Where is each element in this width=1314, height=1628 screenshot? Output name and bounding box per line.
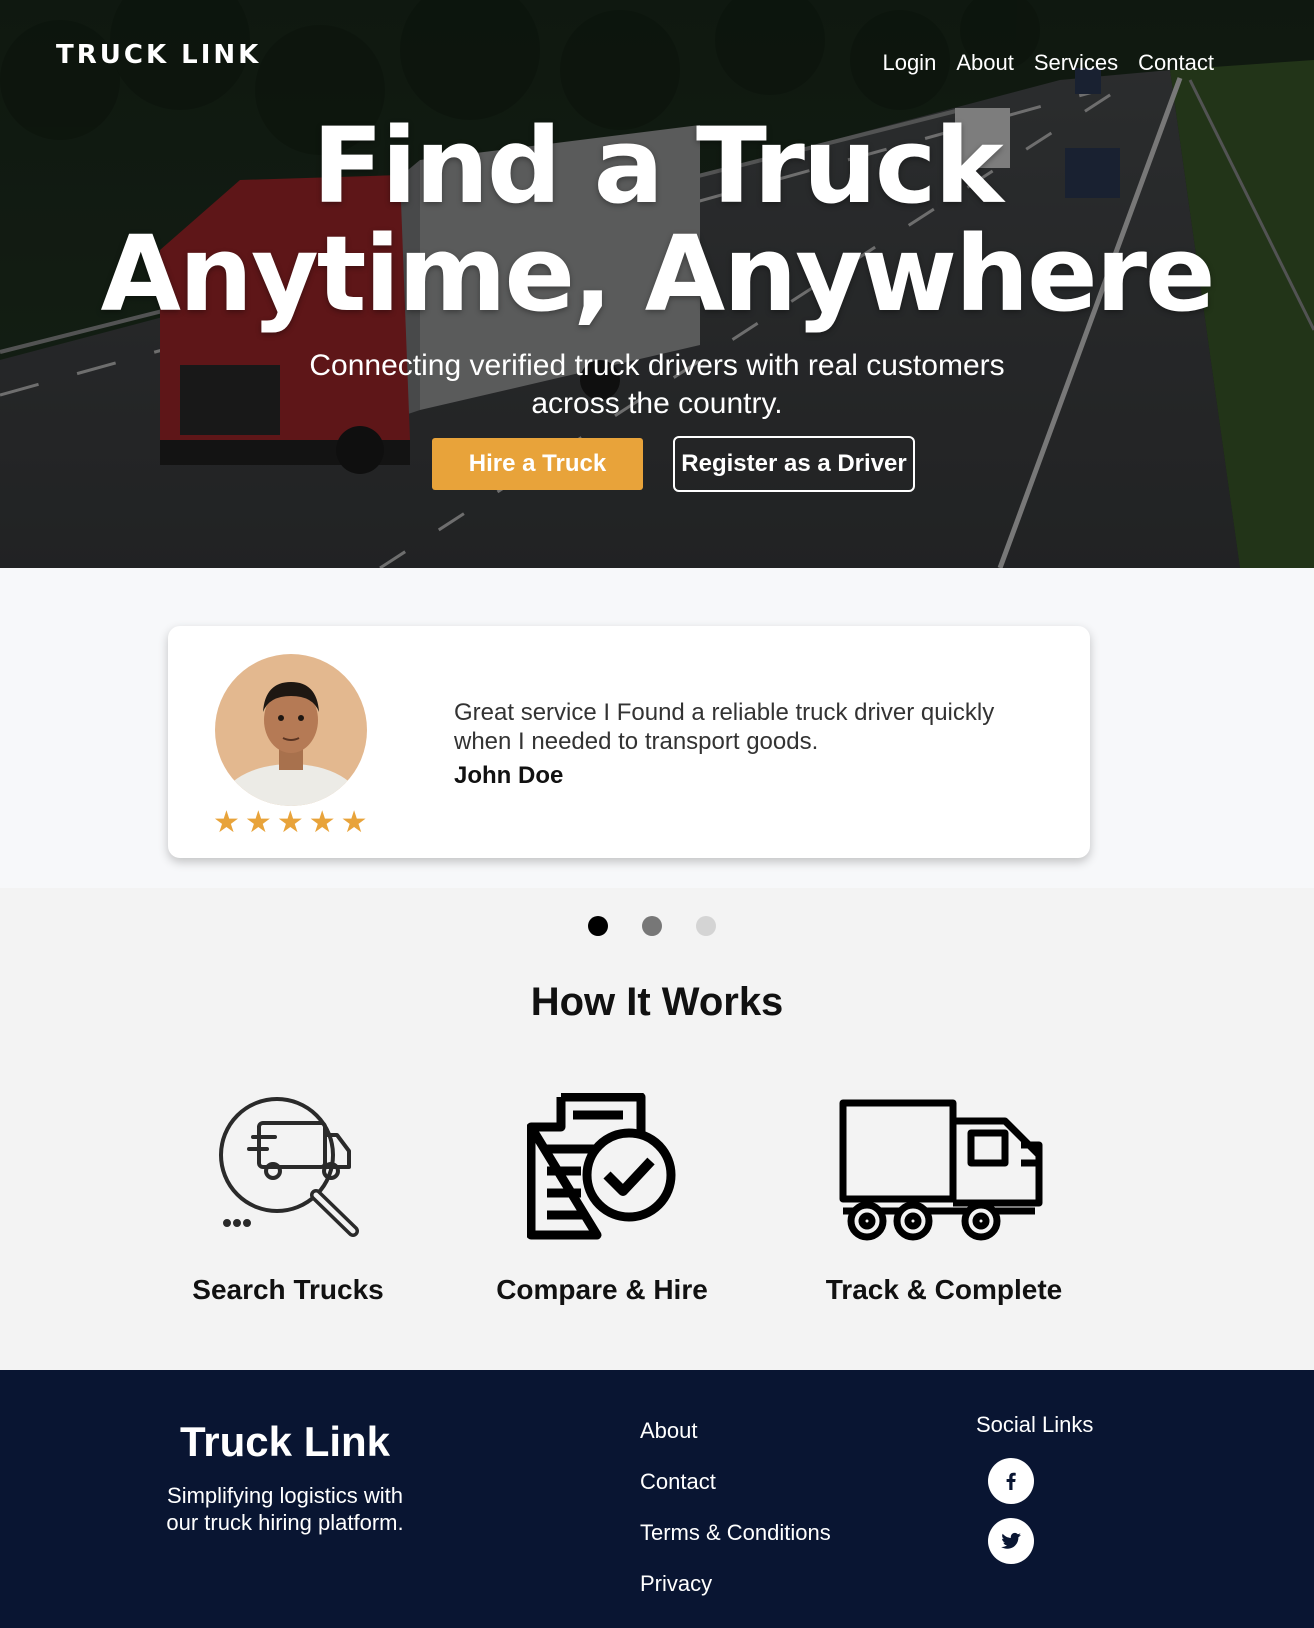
testimonial-quote-line-2: when I needed to transport goods.: [454, 728, 819, 755]
carousel-dots: [588, 916, 716, 936]
footer-tagline: Simplifying logistics with our truck hir…: [140, 1482, 430, 1536]
hero-title-line-1: Find a Truck: [312, 105, 1003, 227]
site-footer: Truck Link Simplifying logistics with ou…: [0, 1370, 1314, 1628]
step-track-complete: Track & Complete: [794, 1088, 1094, 1306]
hero-title: Find a Truck Anytime, Anywhere: [0, 112, 1314, 328]
rating-stars: ★ ★ ★ ★ ★: [213, 808, 368, 838]
document-check-icon: [452, 1088, 752, 1248]
star-icon: ★: [340, 806, 368, 839]
truck-icon: [794, 1088, 1094, 1248]
step-compare-hire: Compare & Hire: [452, 1088, 752, 1306]
how-it-works-section: How It Works Search Trucks Compare & Hir…: [0, 888, 1314, 1370]
facebook-icon[interactable]: [988, 1458, 1034, 1504]
footer-brand: Truck Link: [179, 1418, 391, 1465]
footer-links: About Contact Terms & Conditions Privacy: [640, 1418, 831, 1622]
hero-section: TRUCK LINK Login About Services Contact …: [0, 0, 1314, 568]
step-label-search: Search Trucks: [192, 1274, 384, 1305]
register-driver-button[interactable]: Register as a Driver: [673, 436, 915, 492]
hero-actions: Hire a Truck Register as a Driver: [432, 436, 915, 492]
star-icon: ★: [213, 806, 240, 839]
hire-truck-button[interactable]: Hire a Truck: [432, 438, 643, 490]
avatar-photo: [215, 654, 367, 806]
carousel-dot-3[interactable]: [696, 916, 716, 936]
hero-subtitle-line-1: Connecting verified truck drivers with r…: [309, 349, 1005, 382]
footer-link-contact[interactable]: Contact: [640, 1469, 831, 1495]
nav-login[interactable]: Login: [882, 50, 936, 76]
hero-title-line-2: Anytime, Anywhere: [100, 213, 1215, 335]
carousel-dot-1[interactable]: [588, 916, 608, 936]
carousel-dot-2[interactable]: [642, 916, 662, 936]
nav-about[interactable]: About: [956, 50, 1014, 76]
testimonial-section: ★ ★ ★ ★ ★ Great service I Found a reliab…: [0, 568, 1314, 888]
star-icon: ★: [244, 806, 272, 839]
footer-link-privacy[interactable]: Privacy: [640, 1571, 831, 1597]
testimonial-author: John Doe: [454, 762, 564, 789]
hero-subtitle-line-2: across the country.: [531, 387, 783, 420]
footer-link-about[interactable]: About: [640, 1418, 831, 1444]
truck-search-icon: [138, 1088, 438, 1248]
testimonial-quote: Great service I Found a reliable truck d…: [454, 698, 1054, 756]
step-search-trucks: Search Trucks: [138, 1088, 438, 1306]
nav-contact[interactable]: Contact: [1138, 50, 1214, 76]
step-label-compare: Compare & Hire: [496, 1274, 708, 1305]
hero-subtitle: Connecting verified truck drivers with r…: [0, 347, 1314, 423]
site-logo[interactable]: TRUCK LINK: [56, 40, 261, 70]
nav-services[interactable]: Services: [1034, 50, 1118, 76]
social-links-title: Social Links: [976, 1412, 1094, 1437]
twitter-icon[interactable]: [988, 1518, 1034, 1564]
step-label-track: Track & Complete: [825, 1274, 1063, 1305]
main-nav: Login About Services Contact: [882, 50, 1214, 76]
footer-tagline-line-2: our truck hiring platform.: [166, 1510, 404, 1535]
footer-tagline-line-1: Simplifying logistics with: [167, 1483, 403, 1508]
avatar: [215, 654, 367, 806]
testimonial-card: ★ ★ ★ ★ ★ Great service I Found a reliab…: [168, 626, 1090, 858]
footer-link-terms[interactable]: Terms & Conditions: [640, 1520, 831, 1546]
star-icon: ★: [276, 806, 304, 839]
how-it-works-title: How It Works: [530, 980, 784, 1024]
testimonial-quote-line-1: Great service I Found a reliable truck d…: [454, 699, 995, 726]
star-icon: ★: [308, 806, 336, 839]
